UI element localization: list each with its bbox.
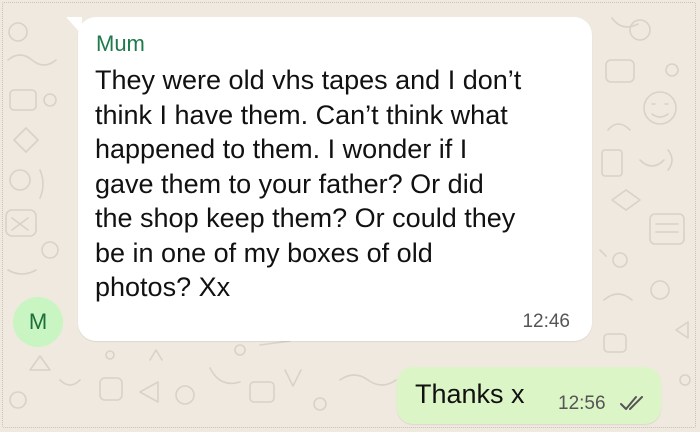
outgoing-message-bubble[interactable]: Thanks x 12:56 xyxy=(397,367,661,424)
message-text: Thanks x xyxy=(415,379,525,409)
message-text: They were old vhs tapes and I don’t thin… xyxy=(95,65,522,302)
bubble-tail xyxy=(66,17,82,35)
sender-name[interactable]: Mum xyxy=(96,31,145,57)
double-check-icon xyxy=(620,396,643,410)
avatar[interactable]: M xyxy=(13,297,63,347)
message-timestamp: 12:56 xyxy=(558,393,606,414)
message-timestamp: 12:46 xyxy=(522,311,570,332)
incoming-message-bubble[interactable]: Mum They were old vhs tapes and I don’t … xyxy=(66,17,592,341)
avatar-initial: M xyxy=(28,309,48,334)
